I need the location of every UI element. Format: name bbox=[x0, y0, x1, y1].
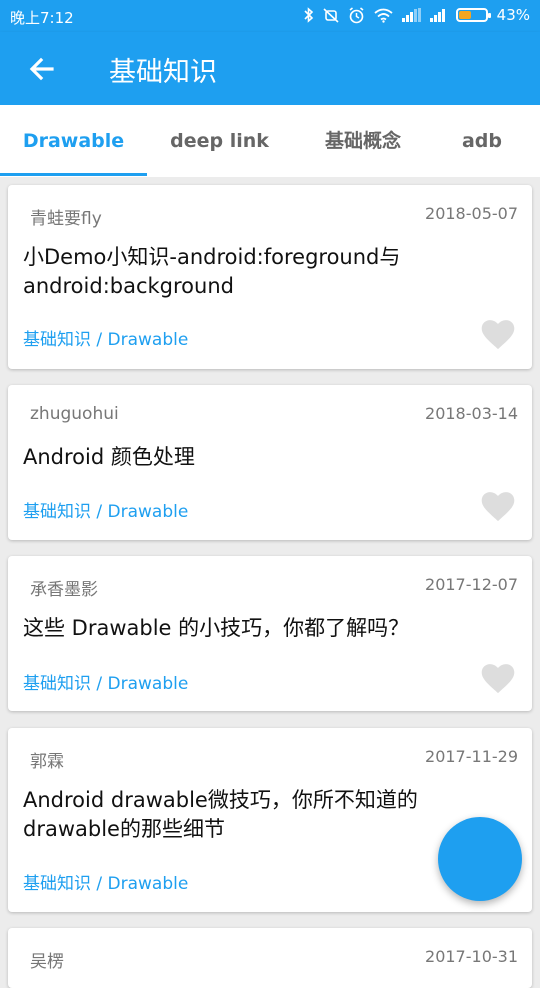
article-author: 青蛙要fly bbox=[30, 209, 102, 229]
signal-icon bbox=[429, 9, 445, 22]
article-chapter-link[interactable]: 基础知识 / Drawable bbox=[23, 669, 188, 694]
article-date: 2018-05-07 bbox=[425, 204, 518, 223]
alarm-icon bbox=[349, 6, 364, 23]
article-title: 小Demo小知识-android:foreground与android:back… bbox=[23, 245, 401, 298]
wifi-icon bbox=[374, 8, 393, 23]
article-chapter-link[interactable]: 基础知识 / Drawable bbox=[23, 325, 188, 350]
article-card[interactable]: 承香墨影 2017-12-07 这些 Drawable 的小技巧，你都了解吗？ … bbox=[8, 556, 532, 711]
tab-deep-link[interactable]: deep link bbox=[147, 105, 292, 177]
tab-drawable[interactable]: Drawable bbox=[0, 105, 147, 177]
battery-percent: 43% bbox=[496, 6, 530, 24]
page-title: 基础知识 bbox=[109, 57, 217, 88]
status-bar: 晚上7:12 43% bbox=[0, 0, 540, 32]
tab-adb[interactable]: adb bbox=[434, 105, 530, 177]
article-author: zhuguohui bbox=[30, 404, 119, 424]
status-time: 晚上7:12 bbox=[10, 9, 74, 27]
status-icons: 43% bbox=[304, 6, 530, 24]
signal-icon bbox=[401, 8, 421, 22]
article-date: 2017-12-07 bbox=[425, 575, 518, 594]
article-author: 承香墨影 bbox=[30, 580, 98, 600]
arrow-left-icon[interactable] bbox=[24, 51, 60, 87]
article-card[interactable]: 吴楞 2017-10-31 bbox=[8, 928, 532, 988]
article-chapter-link[interactable]: 基础知识 / Drawable bbox=[23, 869, 188, 894]
article-title: Android 颜色处理 bbox=[23, 445, 195, 469]
tab-indicator bbox=[0, 173, 147, 176]
article-date: 2018-03-14 bbox=[425, 404, 518, 423]
article-title: Android drawable微技巧，你所不知道的drawable的那些细节 bbox=[23, 788, 418, 841]
airplane-icon bbox=[463, 842, 497, 876]
fab-button[interactable] bbox=[438, 817, 522, 901]
article-card[interactable]: 青蛙要fly 2018-05-07 小Demo小知识-android:foreg… bbox=[8, 185, 532, 369]
article-card[interactable]: zhuguohui 2018-03-14 Android 颜色处理 基础知识 /… bbox=[8, 385, 532, 540]
tab-basic-concepts[interactable]: 基础概念 bbox=[292, 105, 434, 177]
article-title: 这些 Drawable 的小技巧，你都了解吗？ bbox=[23, 616, 410, 640]
heart-icon[interactable] bbox=[481, 663, 515, 695]
mute-icon bbox=[323, 8, 339, 23]
bluetooth-icon bbox=[304, 7, 313, 23]
article-author: 郭霖 bbox=[30, 752, 64, 772]
article-chapter-link[interactable]: 基础知识 / Drawable bbox=[23, 497, 188, 522]
app-bar: 基础知识 bbox=[0, 32, 540, 105]
tab-bar: Drawable deep link 基础概念 adb bbox=[0, 105, 540, 177]
battery-icon bbox=[455, 8, 491, 22]
article-date: 2017-11-29 bbox=[425, 747, 518, 766]
heart-icon[interactable] bbox=[481, 491, 515, 523]
article-date: 2017-10-31 bbox=[425, 947, 518, 966]
heart-icon[interactable] bbox=[481, 319, 515, 351]
